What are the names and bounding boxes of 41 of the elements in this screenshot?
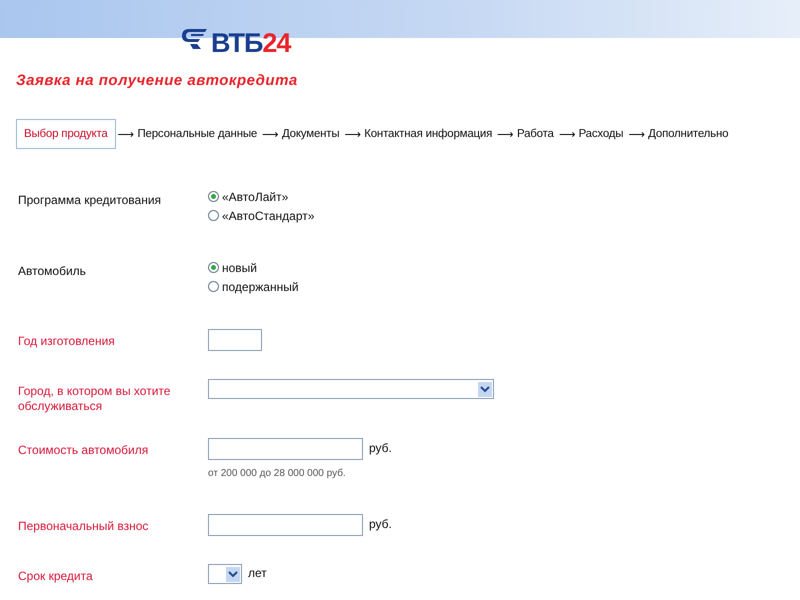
logo-icon bbox=[181, 28, 207, 50]
arrow-text: ⟶ bbox=[344, 128, 362, 141]
arrow-text: ⟶ bbox=[558, 128, 576, 141]
logo-text: ВТБ24 bbox=[211, 27, 290, 60]
input-field[interactable] bbox=[208, 438, 363, 460]
field-label: Программа кредитования bbox=[18, 192, 162, 209]
hint-text: от 200 000 до 28 000 000 руб. bbox=[208, 468, 347, 479]
radio-button[interactable] bbox=[208, 210, 219, 221]
arrow-text: ⟶ bbox=[118, 128, 134, 141]
unit-text: лет bbox=[248, 566, 267, 580]
unit-text: руб. bbox=[369, 440, 392, 454]
field-label: Стоимость автомобиля bbox=[18, 442, 150, 459]
radio-button[interactable] bbox=[208, 262, 219, 273]
arrow-text: ⟶ bbox=[628, 128, 646, 141]
step-tab[interactable]: Документы bbox=[278, 119, 342, 149]
field-label: Первоначальный взнос bbox=[18, 518, 150, 535]
dropdown[interactable] bbox=[208, 564, 242, 584]
field-label: Город, в котором вы хотите обслуживаться bbox=[18, 383, 172, 414]
step-tab[interactable]: Персональные данные bbox=[134, 119, 260, 149]
step-tab[interactable]: Дополнительно bbox=[645, 119, 732, 149]
option-label: «АвтоСтандарт» bbox=[222, 208, 314, 222]
step-tab[interactable]: Работа bbox=[514, 119, 557, 149]
field-label: Автомобиль bbox=[18, 263, 87, 280]
page-title: Заявка на получение автокредита bbox=[16, 72, 299, 89]
unit-text: руб. bbox=[369, 516, 392, 530]
input-field[interactable] bbox=[208, 329, 262, 351]
option-label: новый bbox=[222, 260, 258, 274]
input-field[interactable] bbox=[208, 514, 363, 536]
field-label: Срок кредита bbox=[18, 568, 94, 584]
radio-button[interactable] bbox=[208, 191, 219, 202]
option-label: подержанный bbox=[222, 280, 299, 294]
step-tab[interactable]: Выбор продукта bbox=[16, 119, 116, 149]
caret-icon bbox=[478, 382, 492, 396]
field-label: Год изготовления bbox=[18, 333, 116, 350]
caret-icon bbox=[226, 566, 240, 582]
step-tab[interactable]: Контактная информация bbox=[361, 119, 496, 149]
arrow-text: ⟶ bbox=[262, 128, 279, 141]
arrow-text: ⟶ bbox=[497, 128, 514, 141]
step-tab[interactable]: Расходы bbox=[576, 119, 626, 149]
option-label: «АвтоЛайт» bbox=[222, 190, 288, 204]
radio-button[interactable] bbox=[208, 281, 219, 292]
